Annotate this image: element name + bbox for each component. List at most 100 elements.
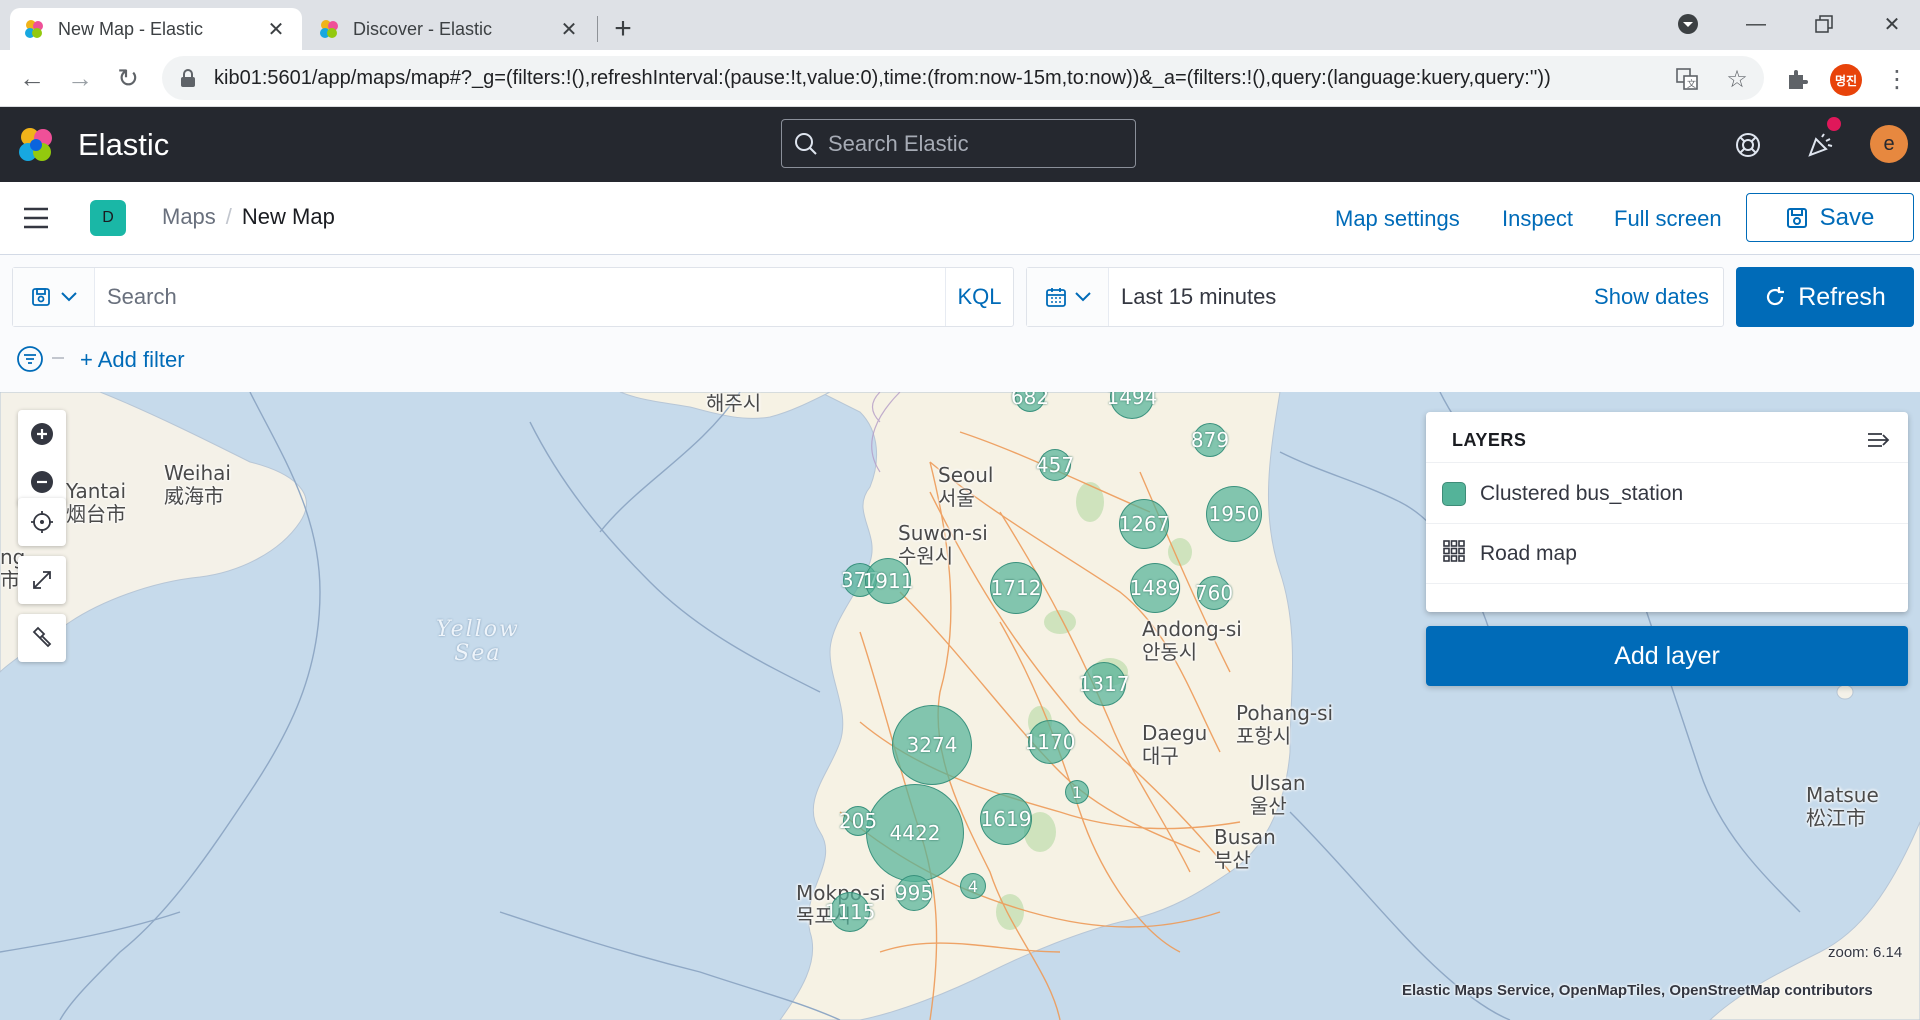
help-icon[interactable] (1732, 129, 1764, 161)
kql-language-toggle[interactable]: KQL (945, 268, 1013, 326)
svg-text:文: 文 (1687, 78, 1696, 90)
cluster-marker[interactable]: 1170 (1025, 720, 1075, 764)
place-label: Matsue 松江市 (1806, 783, 1879, 830)
save-icon (1786, 207, 1807, 228)
newsfeed-icon[interactable] (1804, 129, 1836, 161)
translate-icon[interactable]: 文 (1672, 64, 1702, 94)
filter-divider (52, 357, 64, 359)
cluster-marker[interactable]: 995 (895, 875, 933, 911)
cluster-marker[interactable]: 205 (839, 806, 877, 836)
time-range-text[interactable]: Last 15 minutes (1121, 284, 1276, 310)
tab-search-icon[interactable] (1668, 4, 1708, 44)
crosshair-icon[interactable] (18, 498, 66, 546)
address-bar[interactable]: kib01:5601/app/maps/map#?_g=(filters:!()… (162, 56, 1764, 100)
restore-icon[interactable] (1804, 4, 1844, 44)
show-dates-link[interactable]: Show dates (1594, 284, 1709, 310)
minimize-icon[interactable]: — (1736, 4, 1776, 44)
place-label: Daegu 대구 (1142, 721, 1208, 768)
cluster-marker[interactable]: 1 (1065, 780, 1089, 804)
layer-control-panel: LAYERS Clustered bus_station Road map (1426, 412, 1908, 612)
close-window-icon[interactable]: ✕ (1872, 4, 1912, 44)
extensions-icon[interactable] (1782, 64, 1812, 94)
elastic-favicon-icon (319, 19, 339, 39)
close-tab-icon[interactable]: ✕ (264, 17, 288, 41)
cluster-marker[interactable]: 1619 (980, 793, 1032, 845)
cluster-marker[interactable]: 1115 (825, 892, 875, 932)
global-search-input[interactable]: Search Elastic (781, 119, 1136, 168)
bookmark-star-icon[interactable]: ☆ (1722, 64, 1752, 94)
sea-label: Yellow Sea (436, 617, 520, 667)
query-bar: Search KQL Last 15 minutes Show dates Re… (0, 255, 1920, 392)
save-button-label: Save (1819, 203, 1875, 231)
reload-icon[interactable]: ↻ (108, 58, 148, 98)
profile-avatar[interactable]: 명진 (1830, 64, 1862, 96)
inspect-link[interactable]: Inspect (1502, 206, 1573, 232)
elastic-brand[interactable]: Elastic (78, 127, 169, 163)
tools-icon[interactable] (18, 614, 66, 662)
cluster-marker[interactable]: 1489 (1130, 563, 1180, 613)
place-label: Weihai 威海市 (164, 461, 231, 508)
save-button[interactable]: Save (1746, 193, 1914, 242)
menu-toggle-icon[interactable] (22, 206, 50, 230)
add-filter-button[interactable]: + Add filter (80, 347, 185, 373)
tab-discover[interactable]: Discover - Elastic ✕ (305, 8, 595, 50)
cluster-marker[interactable]: 1267 (1119, 499, 1169, 549)
tab-separator (597, 16, 598, 42)
date-picker: Last 15 minutes Show dates (1026, 267, 1724, 327)
query-search-input[interactable]: Search (107, 284, 177, 310)
zoom-in-icon[interactable] (18, 410, 66, 458)
collapse-panel-icon[interactable] (1866, 428, 1892, 452)
lock-icon (180, 69, 198, 87)
query-search-box: Search KQL (12, 267, 1014, 327)
map-attribution: Elastic Maps Service, OpenMapTiles, Open… (1402, 982, 1873, 999)
space-avatar[interactable]: D (90, 200, 126, 236)
layer-item-clustered-bus-station[interactable]: Clustered bus_station (1426, 464, 1908, 524)
breadcrumb: Maps / New Map (162, 204, 335, 230)
tab-new-map[interactable]: New Map - Elastic ✕ (10, 8, 302, 50)
full-screen-link[interactable]: Full screen (1614, 206, 1722, 232)
cluster-marker[interactable]: 4 (960, 873, 986, 899)
kibana-header: Elastic Search Elastic e (0, 107, 1920, 182)
saved-query-button[interactable] (13, 268, 95, 326)
grid-icon (1442, 539, 1466, 568)
breadcrumb-maps[interactable]: Maps (162, 204, 216, 230)
refresh-icon (1767, 287, 1785, 306)
refresh-button[interactable]: Refresh (1736, 267, 1914, 327)
forward-icon[interactable]: → (60, 58, 100, 98)
cluster-marker[interactable]: 1712 (990, 562, 1042, 614)
new-tab-icon[interactable]: + (606, 12, 640, 46)
user-avatar[interactable]: e (1870, 125, 1908, 163)
layers-title: LAYERS (1452, 430, 1527, 450)
close-tab-icon[interactable]: ✕ (557, 17, 581, 41)
browser-toolbar: ← → ↻ kib01:5601/app/maps/map#?_g=(filte… (0, 50, 1920, 107)
quick-date-menu-button[interactable] (1027, 268, 1109, 326)
cluster-marker[interactable]: 1317 (1079, 662, 1129, 706)
elastic-logo-icon[interactable] (16, 125, 56, 165)
refresh-button-label: Refresh (1798, 282, 1886, 311)
cluster-marker[interactable]: 760 (1195, 576, 1233, 610)
browser-menu-icon[interactable]: ⋮ (1882, 64, 1912, 94)
cluster-marker[interactable]: 3274 (892, 705, 972, 785)
cluster-marker[interactable]: 4422 (866, 784, 964, 882)
fit-to-data-control (18, 556, 66, 604)
map-canvas[interactable]: Yellow Sea 해주시 Seoul 서울 Suwon-si 수원시 Yantai… (0, 392, 1920, 1020)
add-layer-button[interactable]: Add layer (1426, 626, 1908, 686)
tab-title: Discover - Elastic (353, 18, 493, 39)
place-label: Seoul 서울 (938, 463, 994, 510)
place-label: 해주시 (706, 392, 762, 415)
kibana-subheader: D Maps / New Map Map settings Inspect Fu… (0, 182, 1920, 255)
map-settings-link[interactable]: Map settings (1335, 206, 1460, 232)
filter-options-icon[interactable] (16, 345, 44, 373)
breadcrumb-separator: / (225, 204, 232, 229)
layer-item-road-map[interactable]: Road map (1426, 524, 1908, 584)
cluster-marker[interactable]: 1950 (1206, 486, 1262, 542)
expand-icon[interactable] (18, 556, 66, 604)
back-icon[interactable]: ← (12, 58, 52, 98)
cluster-marker[interactable]: 879 (1191, 423, 1229, 457)
layer-name: Clustered bus_station (1480, 481, 1684, 505)
cluster-marker[interactable]: 457 (1036, 449, 1074, 481)
notification-badge (1827, 117, 1841, 131)
cluster-marker[interactable]: 1911 (863, 558, 913, 604)
draw-tools-control (18, 614, 66, 662)
zoom-level-readout: zoom: 6.14 (1828, 944, 1903, 961)
